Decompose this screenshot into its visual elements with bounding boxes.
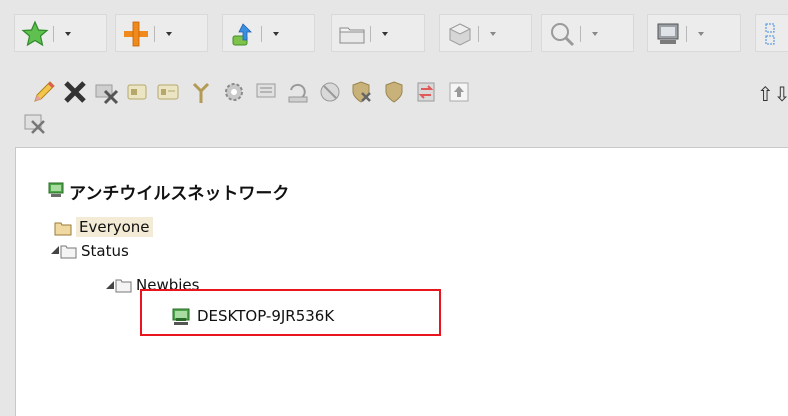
- network-tree-panel: アンチウイルスネットワーク Everyone Status Newbies DE…: [15, 147, 788, 416]
- chevron-down-icon: [490, 32, 496, 36]
- shield-remove-icon[interactable]: [348, 79, 374, 105]
- folder-icon: [339, 27, 365, 44]
- plus-icon: [124, 21, 148, 47]
- search-icon: [551, 23, 575, 47]
- export-icon[interactable]: [22, 109, 48, 135]
- card-alt-icon[interactable]: [155, 79, 181, 105]
- tree-icon[interactable]: [188, 79, 214, 105]
- tree-node-label: Status: [81, 242, 129, 260]
- card-icon[interactable]: [124, 79, 150, 105]
- action-toolbar: [22, 79, 788, 109]
- favorites-dropdown[interactable]: [14, 14, 107, 52]
- chevron-down-icon: [65, 32, 71, 36]
- upload-icon[interactable]: [446, 79, 472, 105]
- folder-dropdown[interactable]: [331, 14, 425, 52]
- selection-highlight: [140, 289, 441, 336]
- chevron-down-icon: [592, 32, 598, 36]
- folder-icon: [115, 279, 132, 293]
- chevron-down-icon: [166, 32, 172, 36]
- network-icon: [48, 182, 64, 197]
- star-icon: [21, 20, 49, 47]
- package-dropdown[interactable]: [439, 14, 532, 52]
- deploy-icon: [232, 23, 252, 46]
- remove-icon[interactable]: [93, 79, 119, 105]
- package-icon: [448, 23, 472, 46]
- layout-dropdown[interactable]: [755, 14, 788, 52]
- pencil-icon[interactable]: [31, 79, 57, 105]
- folder-icon: [60, 245, 77, 259]
- main-toolbar: [14, 14, 788, 52]
- move-up-down-icon[interactable]: ⇧⇩: [757, 82, 788, 106]
- tree-root-label: アンチウイルスネットワーク: [69, 184, 290, 204]
- shield-icon[interactable]: [381, 79, 407, 105]
- deploy-dropdown[interactable]: [222, 14, 315, 52]
- swap-icon[interactable]: [413, 79, 439, 105]
- computer-dropdown[interactable]: [647, 14, 741, 52]
- expand-arrow-icon[interactable]: [106, 281, 114, 289]
- folder-icon: [54, 222, 72, 236]
- comment-icon[interactable]: [253, 79, 279, 105]
- computer-icon: [657, 23, 679, 44]
- delete-icon[interactable]: [62, 79, 88, 105]
- tree-node-label: Everyone: [76, 217, 153, 237]
- layout-icon: [765, 23, 775, 45]
- tree-node-status[interactable]: Status: [60, 242, 210, 262]
- search-dropdown[interactable]: [541, 14, 634, 52]
- add-dropdown[interactable]: [115, 14, 208, 52]
- block-icon[interactable]: [317, 79, 343, 105]
- chevron-down-icon: [382, 32, 388, 36]
- chevron-down-icon: [273, 32, 279, 36]
- expand-arrow-icon[interactable]: [51, 246, 59, 254]
- gear-icon[interactable]: [221, 79, 247, 105]
- chevron-down-icon: [698, 32, 704, 36]
- secondary-toolbar: [22, 109, 52, 139]
- tree-node-everyone[interactable]: Everyone: [54, 217, 204, 239]
- restore-icon[interactable]: [285, 79, 311, 105]
